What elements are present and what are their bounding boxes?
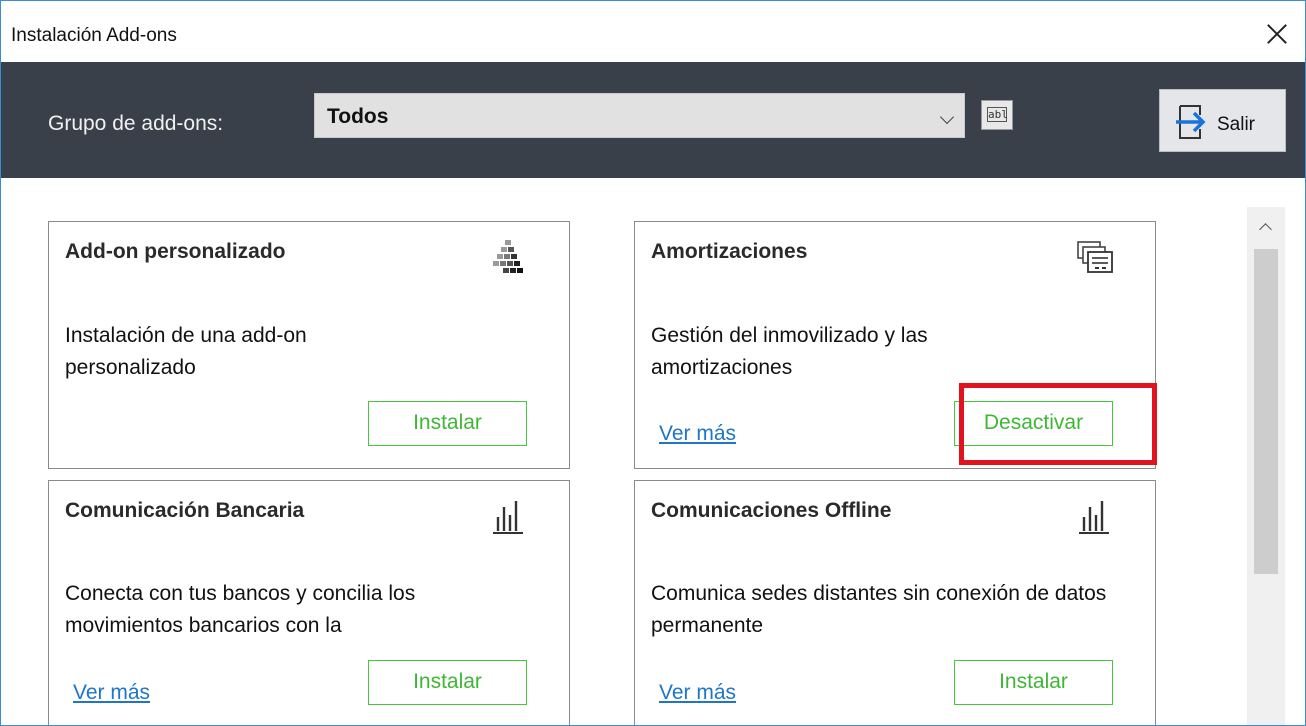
addon-card: Comunicación Bancaria Conecta con tus ba… — [48, 480, 570, 725]
addon-card: Add-on personalizado Instalación de una … — [48, 221, 570, 469]
exit-label: Salir — [1217, 114, 1256, 135]
deactivate-button[interactable]: Desactivar — [954, 401, 1113, 446]
toolbar: Grupo de add-ons: Todos abl Salir — [1, 62, 1305, 178]
addon-title: Add-on personalizado — [65, 240, 286, 263]
title-bar: Instalación Add-ons — [1, 1, 1305, 61]
group-select[interactable]: Todos — [314, 93, 965, 138]
see-more-link[interactable]: Ver más — [659, 422, 736, 446]
addons-list: Add-on personalizado Instalación de una … — [1, 178, 1305, 725]
exit-arrow-icon — [1176, 105, 1206, 139]
addon-description: Comunica sedes distantes sin conexión de… — [651, 582, 1107, 637]
addon-card: Comunicaciones Offline Comunica sedes di… — [634, 480, 1156, 725]
close-icon[interactable] — [1259, 15, 1295, 51]
scroll-up-arrow-icon[interactable] — [1247, 207, 1285, 243]
see-more-link[interactable]: Ver más — [73, 681, 150, 705]
scroll-thumb[interactable] — [1254, 249, 1278, 574]
addons-window: Instalación Add-ons Grupo de add-ons: To… — [0, 0, 1306, 726]
install-button[interactable]: Instalar — [954, 660, 1113, 705]
group-select-value: Todos — [327, 105, 389, 128]
group-label: Grupo de add-ons: — [48, 112, 224, 135]
exit-button[interactable]: Salir — [1159, 89, 1286, 152]
addon-title: Comunicaciones Offline — [651, 499, 892, 522]
addon-card: Amortizaciones Gestión del inmovilizado … — [634, 221, 1156, 469]
stacked-documents-icon — [1077, 241, 1113, 273]
window-title: Instalación Add-ons — [11, 25, 177, 46]
text-field-icon[interactable]: abl — [981, 100, 1013, 130]
addon-description: Conecta con tus bancos y concilia los mo… — [65, 582, 416, 637]
install-button[interactable]: Instalar — [368, 401, 527, 446]
bar-chart-icon — [493, 501, 523, 534]
addon-description: Instalación de una add-on personalizado — [65, 324, 307, 379]
vertical-scrollbar[interactable] — [1247, 207, 1285, 725]
addon-description: Gestión del inmovilizado y las amortizac… — [651, 324, 928, 379]
see-more-link[interactable]: Ver más — [659, 681, 736, 705]
puzzle-blocks-icon — [493, 240, 523, 273]
install-button[interactable]: Instalar — [368, 660, 527, 705]
addon-title: Comunicación Bancaria — [65, 499, 305, 522]
bar-chart-icon — [1079, 501, 1109, 534]
chevron-down-icon — [939, 109, 955, 125]
addon-title: Amortizaciones — [651, 240, 808, 263]
abl-icon-label: abl — [987, 107, 1008, 122]
